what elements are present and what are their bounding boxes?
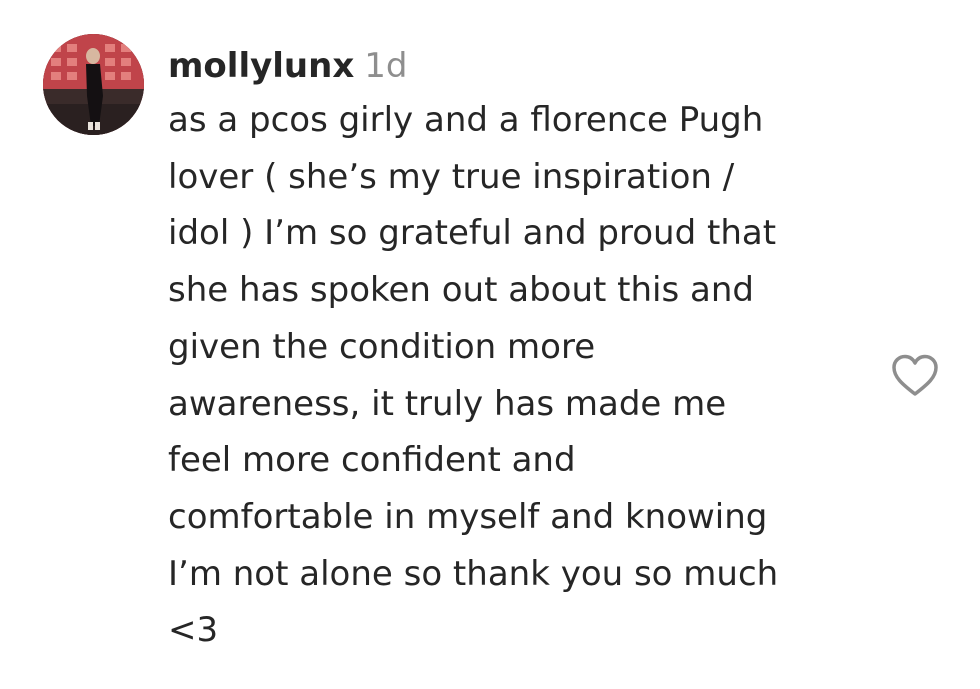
comment: mollylunx 1d as a pcos girly and a floren… [0,0,980,689]
comment-text-line: lover ( she’s my true inspiration / [168,156,735,197]
username-link[interactable]: mollylunx [168,46,354,86]
comment-timestamp[interactable]: 1d [364,46,407,86]
comment-header: mollylunx 1d [168,40,868,92]
comment-body: mollylunx 1d as a pcos girly and a floren… [168,40,868,659]
avatar-photo [43,34,144,135]
comment-text-line: I’m not alone so thank you so much [168,553,779,594]
comment-text-line: she has spoken out about this and [168,270,754,311]
comment-text-line: awareness, it truly has made me [168,383,727,424]
comment-text-line: comfortable in myself and knowing [168,496,768,537]
heart-outline-icon [892,354,938,396]
comment-text-line: feel more confident and [168,440,576,481]
comment-text-line: given the condition more [168,326,596,367]
comment-text-line: idol ) I’m so grateful and proud that [168,213,777,254]
user-avatar[interactable] [43,34,144,135]
comment-text-line: <3 [168,610,219,651]
comment-text-line: as a pcos girly and a florence Pugh [168,100,764,140]
comment-text: as a pcos girly and a florence Pugh love… [168,92,868,659]
like-button[interactable] [890,352,940,400]
